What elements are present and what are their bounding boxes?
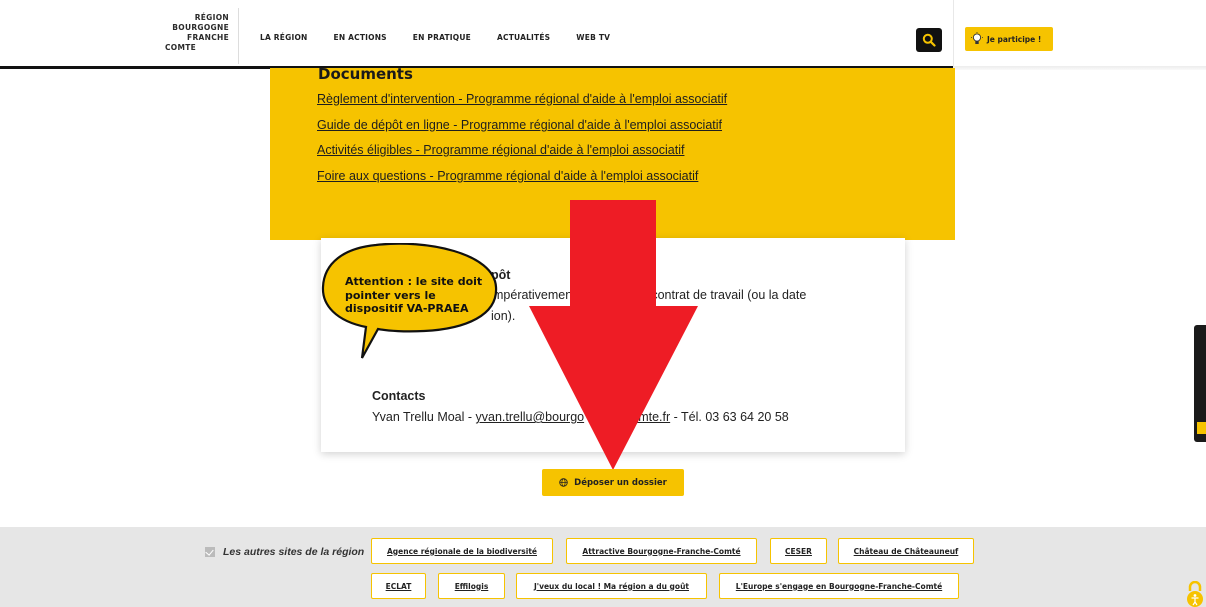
site-link-local[interactable]: J'veux du local ! Ma région a du goût <box>516 573 707 599</box>
other-sites-label-text: Les autres sites de la région <box>223 546 365 558</box>
region-logo[interactable]: RÉGION BOURGOGNE FRANCHE COMTE <box>155 13 229 53</box>
search-button[interactable] <box>916 28 942 52</box>
site-link-attractive[interactable]: Attractive Bourgogne-Franche-Comté <box>566 538 757 564</box>
lightbulb-icon <box>971 32 983 44</box>
callout-text: Attention : le site doit pointer vers le… <box>345 275 483 315</box>
header-separator <box>953 0 954 66</box>
participate-label: Je participe ! <box>987 34 1042 44</box>
contact-name: Yvan Trellu Moal - <box>372 410 476 424</box>
site-link-europe[interactable]: L'Europe s'engage en Bourgogne-Franche-C… <box>719 573 959 599</box>
site-link-ceser[interactable]: CESER <box>770 538 827 564</box>
site-link-chateauneuf[interactable]: Château de Châteauneuf <box>838 538 974 564</box>
logo-line-1: RÉGION <box>194 13 229 22</box>
deposit-file-label: Déposer un dossier <box>574 477 667 488</box>
nav-web-tv[interactable]: WEB TV <box>576 33 610 42</box>
nav-en-actions[interactable]: EN ACTIONS <box>334 33 387 42</box>
document-link-faq[interactable]: Foire aux questions - Programme régional… <box>317 169 698 183</box>
globe-icon <box>559 478 568 487</box>
red-arrow-annotation <box>529 200 698 470</box>
checkbox-icon <box>205 547 215 557</box>
nav-actualites[interactable]: ACTUALITÉS <box>497 33 550 42</box>
deposit-file-button[interactable]: Déposer un dossier <box>542 469 684 496</box>
main-nav: LA RÉGION EN ACTIONS EN PRATIQUE ACTUALI… <box>260 33 636 42</box>
logo-divider <box>238 8 239 64</box>
site-link-effilogis[interactable]: Effilogis <box>438 573 505 599</box>
logo-line-4: COMTE <box>165 43 197 52</box>
documents-title: Documents <box>318 65 413 83</box>
site-header: RÉGION BOURGOGNE FRANCHE COMTE LA RÉGION… <box>0 0 1206 68</box>
header-shadow <box>953 66 1206 70</box>
document-link-activites[interactable]: Activités éligibles - Programme régional… <box>317 143 684 157</box>
side-tab-marker <box>1197 422 1206 434</box>
participate-button[interactable]: Je participe ! <box>965 27 1053 51</box>
nav-la-region[interactable]: LA RÉGION <box>260 33 308 42</box>
document-link-guide[interactable]: Guide de dépôt en ligne - Programme régi… <box>317 118 722 132</box>
site-link-eclat[interactable]: ECLAT <box>371 573 426 599</box>
document-link-reglement[interactable]: Règlement d'intervention - Programme rég… <box>317 92 727 106</box>
nav-en-pratique[interactable]: EN PRATIQUE <box>413 33 471 42</box>
side-feedback-tab[interactable] <box>1194 325 1206 442</box>
accessibility-icon[interactable] <box>1184 581 1206 607</box>
other-sites-label: Les autres sites de la région <box>205 546 364 558</box>
logo-line-3: FRANCHE <box>187 33 229 42</box>
contacts-title: Contacts <box>372 389 426 403</box>
logo-line-2: BOURGOGNE <box>172 23 229 32</box>
search-icon <box>922 33 936 47</box>
site-link-biodiversite[interactable]: Agence régionale de la biodiversité <box>371 538 553 564</box>
